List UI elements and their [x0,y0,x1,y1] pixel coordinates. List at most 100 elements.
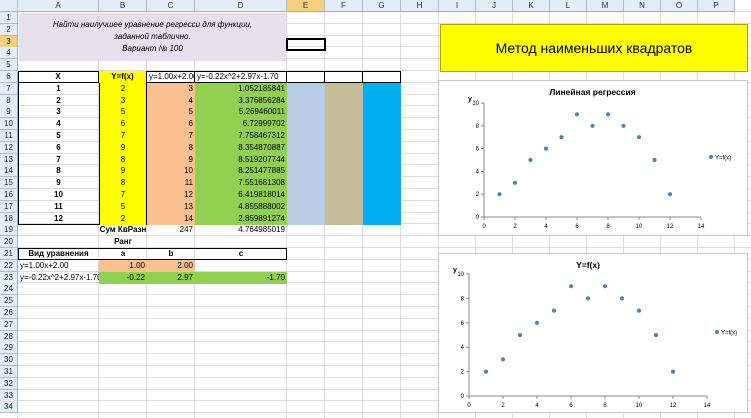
coef-header-2[interactable]: a [99,248,147,260]
row-header-12[interactable]: 12 [0,142,18,154]
column-header-f[interactable]: F [325,0,363,12]
coef-a[interactable]: 1.00 [99,260,147,272]
column-header-k[interactable]: K [513,0,550,12]
row-header-16[interactable]: 16 [0,189,18,201]
row-header-14[interactable]: 14 [0,165,18,177]
coef-a[interactable]: -0.22 [99,272,147,284]
column-header-a[interactable]: A [18,0,99,12]
cell-linear[interactable]: 5 [147,106,195,118]
row-header-5[interactable]: 5 [0,59,18,71]
cell-quadratic[interactable]: 7.758467312 [195,130,287,142]
row-header-2[interactable]: 2 [0,24,18,36]
cell-y[interactable]: 7 [99,130,147,142]
column-header-l[interactable]: L [550,0,587,12]
row-header-24[interactable]: 24 [0,283,18,295]
equation-label[interactable]: y=1.00x+2.00 [18,260,99,272]
table-header-2[interactable]: Y=f(x) [99,71,147,83]
row-header-9[interactable]: 9 [0,106,18,118]
column-g-fill [363,83,401,225]
column-header-m[interactable]: M [587,0,624,12]
column-header-n[interactable]: N [624,0,661,12]
cell-y[interactable]: 9 [99,142,147,154]
cell-y[interactable]: 6 [99,118,147,130]
x-tick-label: 10 [636,403,643,409]
row-header-20[interactable]: 20 [0,236,18,248]
row-header-6[interactable]: 6 [0,71,18,83]
cell-quadratic[interactable]: 5.269460011 [195,106,287,118]
coef-header-1[interactable]: Вид уравнения [18,248,99,260]
cell-linear[interactable]: 12 [147,189,195,201]
row-header-1[interactable]: 1 [0,12,18,24]
coef-b[interactable]: 2.00 [147,260,195,272]
row-header-27[interactable]: 27 [0,319,18,331]
column-header-e[interactable]: E [287,0,325,12]
cell-quadratic[interactable]: 8.251477885 [195,165,287,177]
rank-label[interactable]: Ранг [99,236,147,248]
row-header-7[interactable]: 7 [0,83,18,95]
cell-y[interactable]: 7 [99,189,147,201]
row-header-19[interactable]: 19 [0,224,18,236]
row-header-11[interactable]: 11 [0,130,18,142]
column-header-j[interactable]: J [476,0,513,12]
cell-linear[interactable]: 13 [147,201,195,213]
cell-linear[interactable]: 3 [147,83,195,95]
row-header-25[interactable]: 25 [0,295,18,307]
coef-header-4[interactable]: c [195,248,287,260]
row-header-10[interactable]: 10 [0,118,18,130]
row-header-17[interactable]: 17 [0,201,18,213]
row-header-32[interactable]: 32 [0,378,18,390]
cell-y[interactable]: 5 [99,106,147,118]
column-header-p[interactable]: P [698,0,735,12]
row-header-31[interactable]: 31 [0,366,18,378]
coef-c[interactable]: -1.70 [195,272,287,284]
row-header-22[interactable]: 22 [0,260,18,272]
cell-y[interactable]: 8 [99,177,147,189]
cell-linear[interactable]: 10 [147,165,195,177]
chart-linear-regression[interactable]: Линейная регрессия y 0 2 4 6 8 10 12 14 0 2 4 6 8 10 Y=f… [438,80,748,236]
table-header-1[interactable]: X [18,71,99,83]
sum-linear[interactable]: 247 [147,224,195,236]
cell-linear[interactable]: 8 [147,142,195,154]
coef-c[interactable] [195,260,287,272]
sum-label[interactable]: Сум КвРазн [99,224,147,236]
column-header-b[interactable]: B [99,0,147,12]
column-header-o[interactable]: O [661,0,698,12]
row-header-30[interactable]: 30 [0,354,18,366]
row-header-4[interactable]: 4 [0,47,18,59]
row-header-15[interactable]: 15 [0,177,18,189]
equation-label[interactable]: y=-0.22x^2+2.97x-1.70 [18,272,102,284]
selected-cell-e3[interactable] [286,38,326,51]
column-header-g[interactable]: G [363,0,401,12]
sum-quadratic[interactable]: 4.764985019 [195,224,287,236]
cell-quadratic[interactable]: 1.052185841 [195,83,287,95]
column-f-fill [325,83,363,225]
cell-linear[interactable]: 11 [147,177,195,189]
row-header-34[interactable]: 34 [0,401,18,413]
cell-quadratic[interactable]: 8.354870887 [195,142,287,154]
cell-quadratic[interactable]: 4.855888002 [195,201,287,213]
y-tick-label: 8 [476,124,480,130]
cell-linear[interactable]: 6 [147,118,195,130]
column-header-h[interactable]: H [401,0,439,12]
coef-b[interactable]: 2.97 [147,272,195,284]
cell-y[interactable]: 2 [99,83,147,95]
row-header-21[interactable]: 21 [0,248,18,260]
coef-header-3[interactable]: b [147,248,195,260]
cell-quadratic[interactable]: 6.72999702 [195,118,287,130]
cell-linear[interactable]: 7 [147,130,195,142]
column-header-c[interactable]: C [147,0,195,12]
row-header-29[interactable]: 29 [0,342,18,354]
table-header-4[interactable]: y=-0.22x^2+2.97x-1.70 [195,71,287,83]
column-header-i[interactable]: I [439,0,476,12]
chart-yfx[interactable]: Y=f(x) y 0 2 4 6 8 10 12 14 0 2 4 6 8 10 Y=f(x) [438,253,748,413]
column-header-d[interactable]: D [195,0,287,12]
cell-y[interactable]: 9 [99,165,147,177]
cell-y[interactable]: 5 [99,201,147,213]
legend-label: Y=f(x) [721,331,737,337]
select-all-corner[interactable] [0,0,18,12]
cell-quadratic[interactable]: 7.551681308 [195,177,287,189]
table-header-3[interactable]: y=1.00x+2.00 [147,71,195,83]
column-e-fill [287,83,325,225]
cell-quadratic[interactable]: 6.419818014 [195,189,287,201]
row-header-26[interactable]: 26 [0,307,18,319]
